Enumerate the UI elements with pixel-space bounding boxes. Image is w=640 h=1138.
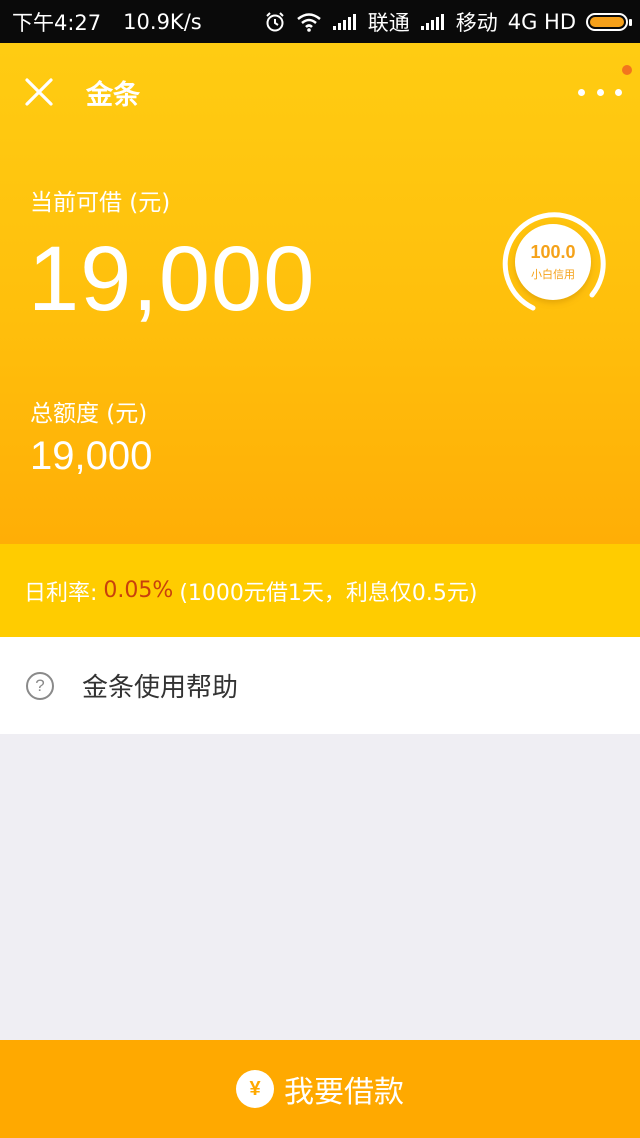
more-dot bbox=[578, 88, 585, 96]
score-circle: 100.0 小白信用 bbox=[515, 224, 591, 300]
more-icon[interactable] bbox=[578, 79, 622, 105]
total-limit-amount: 19,000 bbox=[30, 434, 153, 478]
status-time: 下午4:27 bbox=[12, 10, 102, 35]
wifi-icon bbox=[296, 12, 322, 32]
signal-icon bbox=[420, 13, 446, 31]
status-bar: 下午4:27 10.9K/s 联通 移动 4G HD bbox=[0, 0, 640, 43]
score-value: 100.0 bbox=[530, 242, 576, 262]
jintiao-page: 下午4:27 10.9K/s 联通 移动 4G HD 金条 当前可借 (元) 1… bbox=[0, 0, 640, 1138]
rate-note: (1000元借1天，利息仅0.5元) bbox=[179, 580, 478, 606]
more-dot bbox=[615, 88, 622, 96]
battery-icon bbox=[586, 12, 632, 31]
carrier-1: 联通 bbox=[367, 10, 410, 35]
available-amount: 19,000 bbox=[28, 228, 316, 330]
signal-icon bbox=[332, 13, 358, 31]
more-dot bbox=[596, 88, 604, 96]
borrow-label: 我要借款 bbox=[284, 1075, 404, 1110]
page-title: 金条 bbox=[86, 80, 140, 111]
help-label: 金条使用帮助 bbox=[82, 673, 239, 703]
carrier-2: 移动 bbox=[455, 10, 498, 35]
available-label: 当前可借 (元) bbox=[30, 190, 171, 216]
total-limit-label: 总额度 (元) bbox=[30, 401, 148, 427]
network-speed: 10.9K/s bbox=[123, 9, 202, 34]
score-label: 小白信用 bbox=[531, 268, 575, 281]
help-row[interactable]: ? 金条使用帮助 bbox=[0, 637, 640, 734]
rate-prefix: 日利率: bbox=[24, 580, 98, 606]
close-icon[interactable] bbox=[22, 75, 56, 109]
network-type: 4G HD bbox=[507, 9, 576, 34]
rate-value: 0.05% bbox=[103, 578, 174, 603]
credit-header: 金条 当前可借 (元) 19,000 总额度 (元) 19,000 100.0 … bbox=[0, 43, 640, 544]
notification-dot bbox=[622, 65, 632, 75]
nav-bar: 金条 bbox=[0, 43, 640, 143]
alarm-icon bbox=[264, 11, 286, 33]
borrow-button[interactable]: ¥ 我要借款 bbox=[0, 1040, 640, 1138]
question-icon: ? bbox=[26, 671, 54, 700]
credit-score-badge[interactable]: 100.0 小白信用 bbox=[500, 209, 606, 315]
daily-rate-banner: 日利率: 0.05% (1000元借1天，利息仅0.5元) bbox=[0, 544, 640, 637]
yen-icon: ¥ bbox=[236, 1070, 274, 1108]
